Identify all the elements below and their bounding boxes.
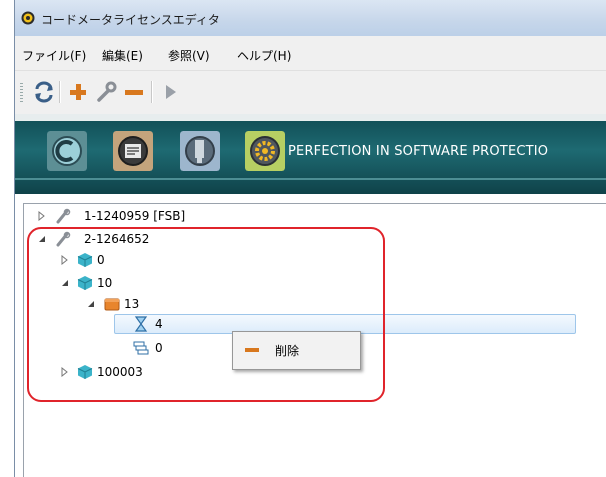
banner: PERFECTION IN SOFTWARE PROTECTIO [15, 114, 606, 194]
license-icon[interactable] [113, 131, 153, 171]
menu-bar: ファイル(F) 編集(E) 参照(V) ヘルプ(H) [15, 36, 606, 71]
toolbar-grip[interactable] [20, 83, 23, 103]
menu-edit[interactable]: 編集(E) [102, 47, 143, 64]
menu-help[interactable]: ヘルプ(H) [237, 47, 291, 64]
toolbar-separator [59, 81, 61, 103]
tree-node-label: 1-1240959 [FSB] [84, 209, 186, 223]
plus-icon[interactable] [65, 79, 91, 105]
annotation-highlight [27, 227, 385, 402]
key-icon [56, 208, 71, 224]
play-icon[interactable] [157, 79, 183, 105]
wrench-icon[interactable] [93, 79, 119, 105]
title-bar: コードメータライセンスエディタ [15, 0, 606, 36]
tree-node-1-1240959[interactable]: 1-1240959 [FSB] [37, 208, 237, 226]
banner-slogan: PERFECTION IN SOFTWARE PROTECTIO [288, 144, 549, 159]
toolbar-separator [151, 81, 153, 103]
gear-icon[interactable] [245, 131, 285, 171]
toolbar [15, 71, 606, 114]
expand-arrow-icon[interactable] [37, 211, 47, 221]
menu-file[interactable]: ファイル(F) [22, 47, 86, 64]
codemeter-icon[interactable] [47, 131, 87, 171]
app-icon [21, 11, 35, 25]
minus-icon[interactable] [121, 79, 147, 105]
window-title: コードメータライセンスエディタ [41, 13, 220, 27]
container-icon[interactable] [180, 131, 220, 171]
menu-view[interactable]: 参照(V) [168, 47, 210, 64]
refresh-icon[interactable] [31, 79, 57, 105]
